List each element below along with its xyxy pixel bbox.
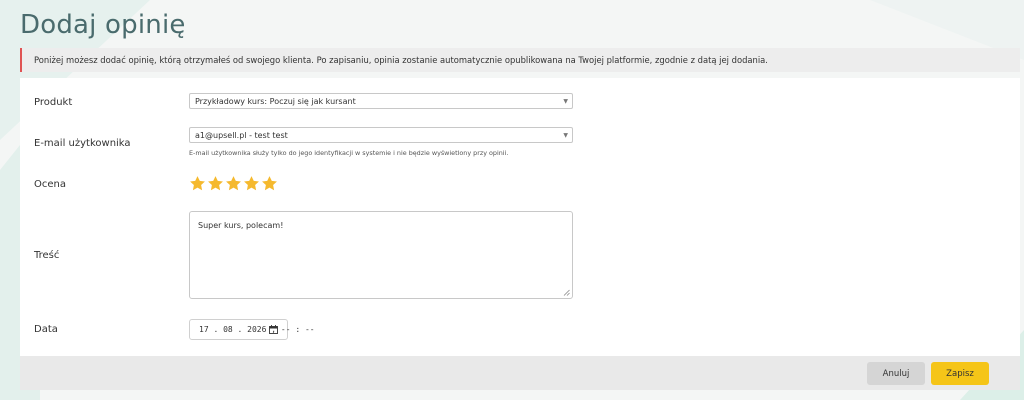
star-icon[interactable] <box>261 175 278 192</box>
product-select[interactable]: Przykładowy kurs: Poczuj się jak kursant… <box>189 93 573 109</box>
date-input[interactable]: 17 . 08 . 2026 , -- : -- <box>189 319 315 340</box>
cancel-button[interactable]: Anuluj <box>867 362 925 385</box>
star-icon[interactable] <box>189 175 206 192</box>
email-label: E-mail użytkownika <box>34 138 131 149</box>
review-form: Produkt Przykładowy kurs: Poczuj się jak… <box>20 78 1020 358</box>
star-icon[interactable] <box>225 175 242 192</box>
star-icon[interactable] <box>207 175 224 192</box>
save-button[interactable]: Zapisz <box>931 362 989 385</box>
email-select[interactable]: a1@upsell.pl - test test ▼ <box>189 127 573 143</box>
star-icon[interactable] <box>243 175 260 192</box>
date-label: Data <box>34 324 58 335</box>
product-select-value: Przykładowy kurs: Poczuj się jak kursant <box>195 97 356 106</box>
resize-grip-icon[interactable] <box>563 289 570 296</box>
content-textarea-value: Super kurs, polecam! <box>198 221 284 230</box>
date-input-value: 17 . 08 . 2026 , -- : -- <box>199 325 315 334</box>
chevron-down-icon: ▼ <box>563 98 568 105</box>
email-select-value: a1@upsell.pl - test test <box>195 131 288 140</box>
content-label: Treść <box>34 250 60 261</box>
product-label: Produkt <box>34 97 73 108</box>
info-notice: Poniżej możesz dodać opinię, którą otrzy… <box>20 48 1020 72</box>
page-title: Dodaj opinię <box>20 10 186 40</box>
calendar-icon[interactable] <box>269 325 278 334</box>
content-textarea[interactable]: Super kurs, polecam! <box>189 211 573 299</box>
chevron-down-icon: ▼ <box>563 132 568 139</box>
form-footer: Anuluj Zapisz <box>20 356 1020 390</box>
rating-label: Ocena <box>34 179 66 190</box>
email-help-text: E-mail użytkownika służy tylko do jego i… <box>189 149 509 157</box>
rating-stars[interactable] <box>189 175 278 192</box>
